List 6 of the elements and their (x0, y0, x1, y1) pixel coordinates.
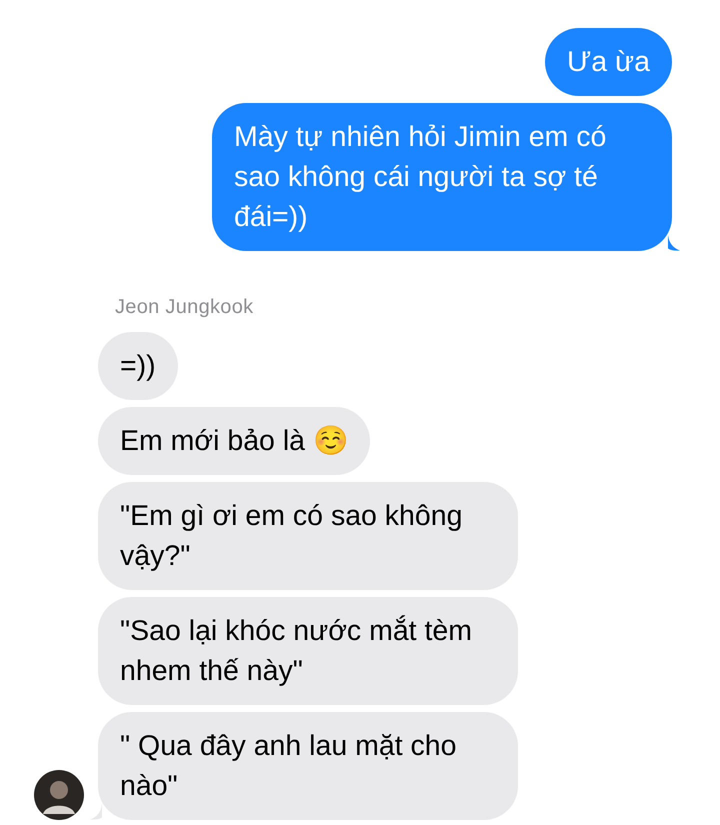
message-bubble: "Sao lại khóc nước mắt tèm nhem thế này" (98, 597, 518, 705)
message-bubble: Em mới bảo là ☺ (98, 407, 370, 475)
message-bubble: Ưa ừa (544, 28, 672, 96)
message-bubble: "Em gì ơi em có sao không vậy?" (98, 482, 518, 590)
message-bubble: =)) (98, 332, 178, 400)
sender-name: Jeon Jungkook (114, 295, 254, 320)
